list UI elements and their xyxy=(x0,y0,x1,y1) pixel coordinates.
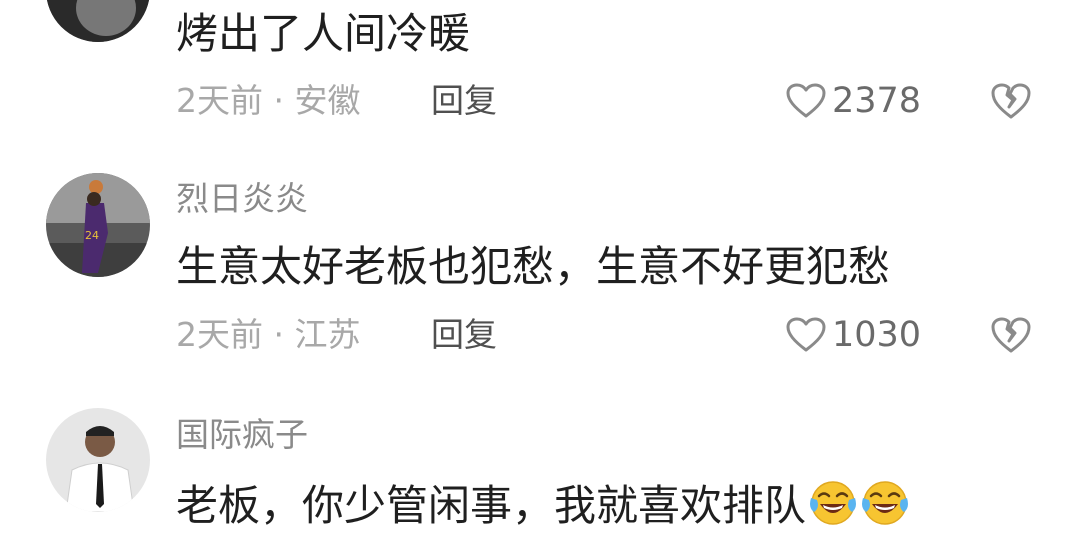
reply-button[interactable]: 回复 xyxy=(431,79,497,123)
avatar[interactable] xyxy=(46,408,150,512)
comment-time-location: 2天前 · 江苏 xyxy=(176,315,361,354)
svg-text:24: 24 xyxy=(85,229,99,242)
comment-text-body: 老板，你少管闲事，我就喜欢排队 xyxy=(176,481,807,530)
like-button[interactable]: 1030 xyxy=(786,313,921,357)
avatar[interactable]: 24 xyxy=(46,173,150,277)
avatar[interactable] xyxy=(46,0,150,42)
laughing-crying-emoji xyxy=(862,481,909,525)
comment-item: 国际疯子 老板，你少管闲事，我就喜欢排队 xyxy=(0,405,1088,539)
username[interactable]: 烈日炎炎 xyxy=(176,179,308,219)
heart-outline-icon xyxy=(786,317,826,352)
laughing-crying-emoji xyxy=(810,481,857,525)
heart-outline-icon xyxy=(786,83,826,118)
comment-time-location: 2天前 · 安徽 xyxy=(176,81,361,120)
reply-button[interactable]: 回复 xyxy=(431,313,497,357)
broken-heart-icon[interactable] xyxy=(991,315,1031,355)
username[interactable]: 国际疯子 xyxy=(176,415,308,455)
comment-item: 24 烈日炎炎 生意太好老板也犯愁，生意不好更犯愁 2天前 · 江苏 回复 10… xyxy=(0,170,1088,370)
like-button[interactable]: 2378 xyxy=(786,79,921,123)
comment-meta: 2天前 · 安徽 回复 2378 xyxy=(176,79,1056,123)
comment-text: 烤出了人间冷暖 xyxy=(176,9,471,58)
like-count: 1030 xyxy=(832,315,922,355)
like-count: 2378 xyxy=(832,81,922,121)
comment-meta: 2天前 · 江苏 回复 1030 xyxy=(176,313,1056,357)
comment-item: 烤出了人间冷暖 2天前 · 安徽 回复 2378 xyxy=(0,0,1088,140)
comment-text: 生意太好老板也犯愁，生意不好更犯愁 xyxy=(176,242,891,291)
broken-heart-icon[interactable] xyxy=(991,81,1031,121)
comment-text: 老板，你少管闲事，我就喜欢排队 xyxy=(176,478,910,531)
